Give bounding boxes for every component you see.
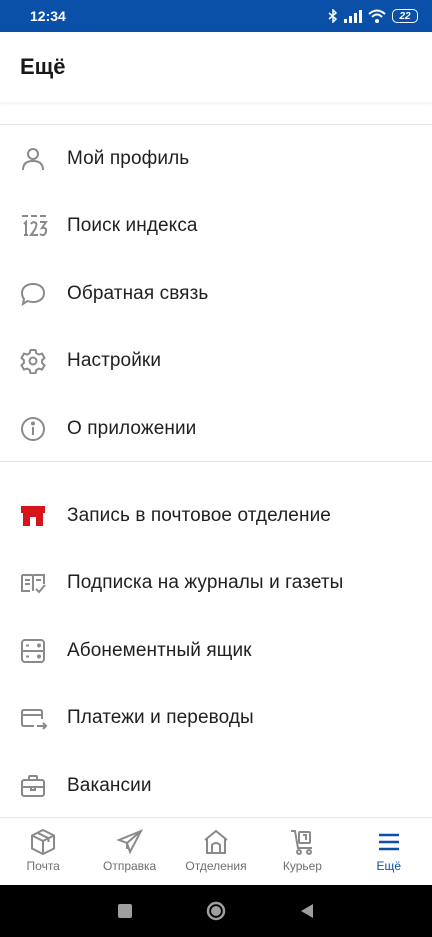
section-divider <box>0 461 432 462</box>
paper-plane-icon <box>115 828 144 856</box>
tab-label: Отделения <box>185 859 247 873</box>
chat-bubble-icon <box>0 281 67 307</box>
menu-item-po-box[interactable]: Абонементный ящик <box>0 617 432 685</box>
menu-item-label: Настройки <box>67 350 162 372</box>
tab-label: Отправка <box>102 859 157 873</box>
menu-group-services: Запись в почтовое отделение Подписка на … <box>0 482 432 820</box>
menu-item-index-search[interactable]: Поиск индекса <box>0 193 432 261</box>
menu-item-payments[interactable]: Платежи и переводы <box>0 685 432 753</box>
tab-label: Почта <box>26 859 60 873</box>
status-icons: 22 <box>328 9 418 23</box>
menu-item-feedback[interactable]: Обратная связь <box>0 260 432 328</box>
menu-item-label: Обратная связь <box>67 282 209 304</box>
square-icon <box>118 904 133 918</box>
menu-item-label: О приложении <box>67 417 197 439</box>
app-header: Ещё <box>0 32 432 102</box>
newspaper-icon <box>0 570 67 596</box>
system-navigation-bar <box>0 885 432 937</box>
tab-label: Ещё <box>376 859 402 873</box>
menu-item-about[interactable]: О приложении <box>0 395 432 463</box>
status-time: 12:34 <box>30 8 66 24</box>
post-office-icon <box>0 503 67 529</box>
house-icon <box>202 828 230 856</box>
box-icon <box>29 828 57 856</box>
tab-courier[interactable]: Курьер <box>259 818 345 885</box>
page-title: Ещё <box>20 54 66 79</box>
menu-item-label: Мой профиль <box>67 147 190 169</box>
menu-item-vacancies[interactable]: Вакансии <box>0 752 432 820</box>
menu-item-label: Поиск индекса <box>67 215 198 237</box>
menu-item-label: Вакансии <box>67 774 152 796</box>
home-circle-icon <box>206 901 226 921</box>
status-bar: 12:34 22 <box>0 0 432 32</box>
menu-item-label: Абонементный ящик <box>67 639 252 661</box>
signal-icon <box>344 9 362 23</box>
card-transfer-icon <box>0 705 67 731</box>
hamburger-icon <box>375 828 403 856</box>
menu-item-profile[interactable]: Мой профиль <box>0 125 432 193</box>
person-icon <box>0 146 67 172</box>
back-button[interactable] <box>287 891 327 931</box>
menu-item-label: Платежи и переводы <box>67 707 254 729</box>
wifi-icon <box>368 9 386 23</box>
tab-label: Курьер <box>282 859 322 873</box>
tab-offices[interactable]: Отделения <box>173 818 259 885</box>
home-button[interactable] <box>196 891 236 931</box>
back-triangle-icon <box>300 904 313 918</box>
battery-indicator: 22 <box>392 9 418 23</box>
gear-icon <box>0 348 67 375</box>
tab-mail[interactable]: Почта <box>0 818 86 885</box>
index-123-icon <box>0 213 67 239</box>
bottom-navigation: Почта Отправка Отделения Курьер Ещё <box>0 817 432 885</box>
menu-group-general: Мой профиль Поиск индекса Обратная связь… <box>0 125 432 463</box>
menu-item-label: Подписка на журналы и газеты <box>67 572 344 594</box>
tab-more[interactable]: Ещё <box>346 818 432 885</box>
menu-item-label: Запись в почтовое отделение <box>67 504 331 526</box>
menu-item-settings[interactable]: Настройки <box>0 328 432 396</box>
tab-send[interactable]: Отправка <box>86 818 172 885</box>
mailbox-icon <box>0 638 67 664</box>
menu-item-post-office-booking[interactable]: Запись в почтовое отделение <box>0 482 432 550</box>
courier-cart-icon <box>288 828 316 856</box>
recent-apps-button[interactable] <box>105 891 145 931</box>
briefcase-icon <box>0 773 67 799</box>
menu-item-subscriptions[interactable]: Подписка на журналы и газеты <box>0 550 432 618</box>
bluetooth-icon <box>328 9 338 23</box>
info-icon <box>0 416 67 442</box>
